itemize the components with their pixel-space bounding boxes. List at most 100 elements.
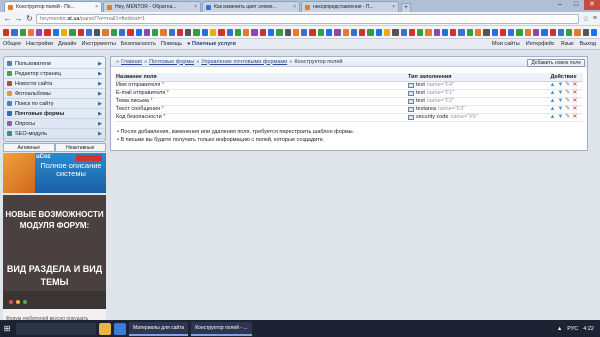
- bookmark-icon[interactable]: [541, 28, 548, 36]
- breadcrumb-manage-forms[interactable]: Управление почтовыми формами: [201, 59, 287, 65]
- bookmark-icon[interactable]: [19, 28, 26, 36]
- browser-menu-icon[interactable]: ≡: [593, 15, 597, 22]
- sidebar-item[interactable]: SEO-модуль ▶: [4, 129, 105, 139]
- bookmark-icon[interactable]: [533, 28, 540, 36]
- bookmark-icon[interactable]: [292, 28, 300, 36]
- logout-link[interactable]: Выход: [580, 41, 596, 47]
- tab-close-icon[interactable]: ×: [95, 4, 98, 10]
- windows-start-icon[interactable]: ⊞: [0, 320, 14, 337]
- edit-icon[interactable]: ✎: [565, 82, 570, 88]
- interface-link[interactable]: Интерфейс: [526, 41, 555, 47]
- reload-icon[interactable]: ↻: [25, 14, 34, 23]
- bookmark-icon[interactable]: [27, 28, 35, 36]
- sidebar-item[interactable]: Фотоальбомы ▶: [4, 89, 105, 99]
- delete-icon[interactable]: ✕: [572, 82, 577, 88]
- bookmark-icon[interactable]: [234, 28, 242, 36]
- ucoz-menu-help[interactable]: Помощь: [161, 41, 182, 47]
- move-up-icon[interactable]: ▲: [550, 90, 556, 96]
- tab-close-icon[interactable]: ×: [392, 4, 395, 10]
- bookmark-icon[interactable]: [77, 28, 84, 36]
- move-up-icon[interactable]: ▲: [550, 114, 556, 120]
- move-up-icon[interactable]: ▲: [550, 98, 556, 104]
- bookmark-icon[interactable]: [334, 28, 341, 36]
- bookmark-icon[interactable]: [301, 28, 308, 36]
- forum-banner[interactable]: НОВЫЕ ВОЗМОЖНОСТИ МОДУЛЯ ФОРУМ: ВИД РАЗД…: [3, 195, 106, 331]
- bookmark-icon[interactable]: [392, 28, 399, 36]
- bookmark-icon[interactable]: [94, 28, 101, 36]
- bookmark-icon[interactable]: [342, 28, 349, 36]
- bookmark-icon[interactable]: [475, 28, 482, 36]
- ucoz-menu-tools[interactable]: Инструменты: [81, 41, 115, 47]
- ucoz-menu-general[interactable]: Общее: [3, 41, 21, 47]
- taskbar-app-materials[interactable]: Материалы для сайта: [129, 321, 189, 336]
- move-down-icon[interactable]: ▼: [557, 82, 563, 88]
- bookmark-icon[interactable]: [566, 28, 573, 36]
- bookmark-icon[interactable]: [433, 28, 440, 36]
- bookmark-icon[interactable]: [508, 28, 515, 36]
- bookmark-icon[interactable]: [176, 28, 184, 36]
- bookmark-icon[interactable]: [185, 28, 192, 36]
- bookmark-icon[interactable]: [276, 28, 283, 36]
- bookmark-icon[interactable]: [52, 28, 59, 36]
- bookmark-icon[interactable]: [441, 28, 449, 36]
- network-icon[interactable]: ▲: [557, 326, 562, 332]
- bookmark-icon[interactable]: [226, 28, 233, 36]
- close-window-button[interactable]: ✕: [584, 0, 600, 10]
- bookmark-icon[interactable]: [168, 28, 175, 36]
- bookmark-icon[interactable]: [574, 28, 581, 36]
- delete-icon[interactable]: ✕: [572, 90, 577, 96]
- edit-icon[interactable]: ✎: [565, 90, 570, 96]
- bookmark-icon[interactable]: [44, 28, 51, 36]
- bookmark-icon[interactable]: [127, 28, 134, 36]
- new-tab-button[interactable]: +: [401, 3, 411, 12]
- bookmark-icon[interactable]: [309, 28, 316, 36]
- bookmark-icon[interactable]: [193, 28, 200, 36]
- breadcrumb-mail-forms[interactable]: Почтовые формы: [149, 59, 194, 65]
- sidebar-item[interactable]: Редактор страниц ▶: [4, 69, 105, 79]
- sidebar-item[interactable]: Почтовые формы ▶: [4, 109, 105, 119]
- bookmark-icon[interactable]: [400, 28, 407, 36]
- bookmark-icon[interactable]: [425, 28, 432, 36]
- ucoz-menu-design[interactable]: Дизайн: [58, 41, 77, 47]
- browser-tab[interactable]: Конструктор полей - По... ×: [4, 1, 102, 12]
- bookmark-icon[interactable]: [210, 28, 217, 36]
- breadcrumb-home[interactable]: Главная: [121, 59, 142, 65]
- language-indicator[interactable]: РУС: [567, 326, 578, 332]
- bookmark-icon[interactable]: [582, 28, 589, 36]
- maximize-button[interactable]: □: [568, 0, 584, 10]
- add-field-button[interactable]: Добавить новое поле: [527, 59, 585, 67]
- bookmark-icon[interactable]: [375, 28, 382, 36]
- ucoz-menu-paid[interactable]: ● Платные услуги: [187, 41, 236, 47]
- bookmark-icon[interactable]: [450, 28, 457, 36]
- sidebar-item[interactable]: Новости сайта ▶: [4, 79, 105, 89]
- taskbar-app-constructor[interactable]: Конструктор полей - ...: [191, 321, 252, 336]
- bookmark-icon[interactable]: [516, 28, 523, 36]
- bookmark-icon[interactable]: [524, 28, 531, 36]
- browser-tab[interactable]: некорпредставления - П... ×: [301, 1, 399, 12]
- bookmark-icon[interactable]: [11, 28, 18, 36]
- clock[interactable]: 4:22: [583, 326, 594, 332]
- move-up-icon[interactable]: ▲: [550, 106, 556, 112]
- bookmark-icon[interactable]: [102, 28, 109, 36]
- bookmark-icon[interactable]: [110, 28, 117, 36]
- browser-icon[interactable]: [114, 322, 126, 335]
- bookmark-icon[interactable]: [284, 28, 291, 36]
- forward-icon[interactable]: →: [14, 14, 23, 23]
- minimize-button[interactable]: –: [552, 0, 568, 10]
- bookmark-icon[interactable]: [491, 28, 498, 36]
- bookmark-icon[interactable]: [160, 28, 167, 36]
- ucoz-banner[interactable]: uCoz Полное описание системы: [3, 153, 106, 193]
- bookmark-icon[interactable]: [359, 28, 366, 36]
- bookmark-icon[interactable]: [557, 28, 565, 36]
- my-sites-link[interactable]: Мои сайты: [492, 41, 520, 47]
- edit-icon[interactable]: ✎: [565, 114, 570, 120]
- explorer-icon[interactable]: [99, 322, 111, 335]
- url-field[interactable]: heymentor. at.ua/panel/?a=mail1=fieldsid=…: [36, 13, 579, 24]
- bookmark-icon[interactable]: [383, 28, 391, 36]
- bookmark-icon[interactable]: [259, 28, 266, 36]
- bookmark-icon[interactable]: [152, 28, 159, 36]
- bookmark-icon[interactable]: [408, 28, 416, 36]
- sidebar-item[interactable]: Опросы ▶: [4, 119, 105, 129]
- bookmark-icon[interactable]: [135, 28, 142, 36]
- bookmark-icon[interactable]: [218, 28, 225, 36]
